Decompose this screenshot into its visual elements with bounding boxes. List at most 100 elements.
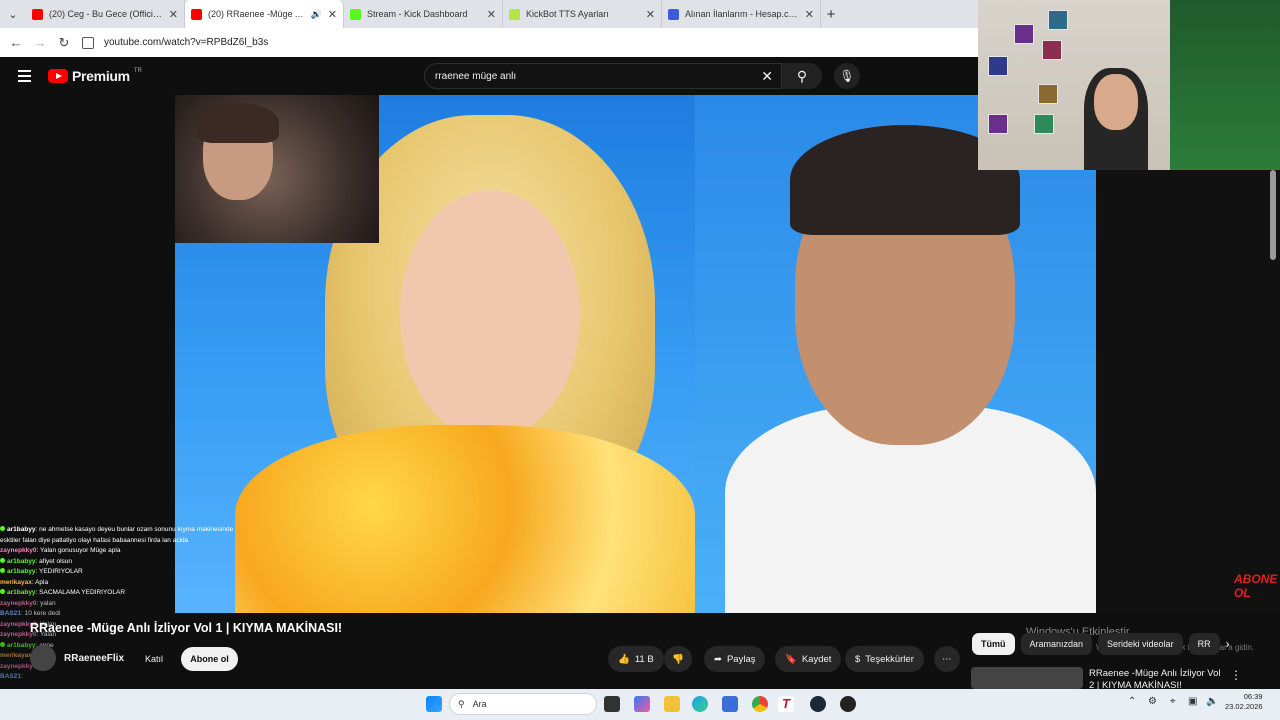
page-scrollbar[interactable] bbox=[1270, 170, 1276, 260]
channel-avatar[interactable] bbox=[30, 645, 56, 671]
file-explorer-icon[interactable] bbox=[664, 696, 680, 712]
chat-line: ar1babyy: SACMALAMA YEDIRIYOLAR bbox=[0, 588, 262, 599]
save-button[interactable]: 🔖 Kaydet bbox=[775, 646, 842, 672]
youtube-favicon-icon bbox=[191, 8, 202, 20]
tray-app-icon[interactable]: ⚙ bbox=[1148, 696, 1157, 707]
steam-icon[interactable] bbox=[810, 696, 826, 712]
edge-icon[interactable] bbox=[692, 696, 708, 712]
tab-0[interactable]: (20) Ceg - Bu Gece (Official Vid ✕ bbox=[26, 0, 185, 28]
copilot-icon[interactable] bbox=[634, 696, 650, 712]
chat-line: merikayax: Apla bbox=[0, 578, 262, 589]
region-code: TR bbox=[133, 68, 142, 74]
webcam-person-hair bbox=[197, 103, 279, 143]
tab-3[interactable]: KickBot TTS Ayarları ✕ bbox=[503, 0, 662, 28]
subscribe-button[interactable]: Abone ol bbox=[181, 647, 238, 671]
clear-search-icon[interactable]: ✕ bbox=[761, 68, 773, 85]
chip-series-videos[interactable]: Serideki videolar bbox=[1098, 633, 1183, 655]
christmas-tree bbox=[1170, 0, 1280, 170]
channel-owner: RRaeneeFlix bbox=[30, 645, 124, 671]
related-filter-chips: Tümü Aramanızdan Serideki videolar RR › bbox=[972, 633, 1230, 655]
text-editor-icon[interactable]: T bbox=[778, 696, 794, 712]
more-actions-icon[interactable]: ⋯ bbox=[934, 646, 960, 672]
share-icon: ➦ bbox=[714, 653, 722, 665]
youtube-premium-logo[interactable]: Premium TR bbox=[48, 68, 142, 84]
join-button[interactable]: Katıl bbox=[142, 648, 166, 670]
taskbar-search-input[interactable]: ⚲ Ara bbox=[449, 693, 597, 715]
channel-name[interactable]: RRaeneeFlix bbox=[64, 653, 124, 664]
tray-chevron-up-icon[interactable]: ⌃ bbox=[1128, 696, 1136, 707]
share-button[interactable]: ➦ Paylaş bbox=[704, 646, 766, 672]
save-label: Kaydet bbox=[801, 653, 832, 665]
screen: ⌄ (20) Ceg - Bu Gece (Official Vid ✕ (20… bbox=[0, 0, 1280, 720]
browser-tab-strip: ⌄ (20) Ceg - Bu Gece (Official Vid ✕ (20… bbox=[0, 0, 978, 28]
close-tab-icon[interactable]: ✕ bbox=[646, 8, 655, 21]
bookmark-icon: 🔖 bbox=[785, 653, 797, 665]
kickbot-favicon-icon bbox=[509, 8, 520, 20]
url-field[interactable]: youtube.com/watch?v=RPBdZ6l_b3s bbox=[104, 37, 268, 48]
tray-network-icon[interactable]: ▣ bbox=[1188, 696, 1197, 707]
recommended-more-icon[interactable]: ⋮ bbox=[1230, 668, 1242, 682]
chat-user: ar1babyy bbox=[7, 568, 36, 575]
microphone-icon[interactable]: 🎙 bbox=[834, 63, 860, 89]
windows-start-icon[interactable] bbox=[426, 696, 442, 712]
tab-4[interactable]: Alınan İlanlarım - Hesap.com.tr ✕ bbox=[662, 0, 821, 28]
recommended-thumbnail[interactable] bbox=[971, 667, 1083, 689]
tray-location-icon[interactable]: ⌖ bbox=[1170, 696, 1176, 707]
chat-text: : yalan bbox=[36, 599, 56, 607]
search-input[interactable]: rraenee müge anlı ✕ bbox=[424, 63, 782, 89]
wall-poster bbox=[1038, 84, 1058, 104]
youtube-header: Premium TR rraenee müge anlı ✕ ⚲ 🎙 bbox=[0, 57, 978, 95]
wall-poster bbox=[1042, 40, 1062, 60]
chat-line: zaynepkky0: Yalan gonusuyor Müge apla bbox=[0, 546, 262, 557]
new-tab-plus-icon[interactable]: + bbox=[821, 6, 841, 23]
chat-line: BAS21: bbox=[0, 672, 262, 683]
search-button-icon[interactable]: ⚲ bbox=[782, 63, 822, 89]
chrome-icon[interactable] bbox=[752, 696, 768, 712]
chat-line: esktiler falan diye patlatiyo olayi hafa… bbox=[0, 536, 262, 547]
hamburger-menu-icon[interactable] bbox=[0, 70, 48, 82]
chat-text: : 10 kere dedi bbox=[20, 610, 61, 617]
close-tab-icon[interactable]: ✕ bbox=[805, 8, 814, 21]
logo-text: Premium bbox=[72, 68, 130, 84]
chat-user: ar1babyy bbox=[7, 557, 36, 565]
tab-2[interactable]: Stream - Kick Dashboard ✕ bbox=[344, 0, 503, 28]
task-view-icon[interactable] bbox=[604, 696, 620, 712]
obs-icon[interactable] bbox=[840, 696, 856, 712]
dislike-button[interactable]: 👎 bbox=[664, 646, 692, 672]
tab-title: Alınan İlanlarım - Hesap.com.tr bbox=[685, 9, 799, 19]
store-icon[interactable] bbox=[722, 696, 738, 712]
close-tab-icon[interactable]: ✕ bbox=[169, 8, 178, 21]
back-arrow-icon[interactable]: ← bbox=[6, 35, 26, 50]
thanks-button[interactable]: $ Teşekkürler bbox=[845, 646, 924, 672]
tab-title: KickBot TTS Ayarları bbox=[526, 9, 609, 19]
tab-1-active[interactable]: (20) RRaenee -Müge Anlı İz 🔊 ✕ bbox=[185, 0, 344, 28]
search-icon: ⚲ bbox=[458, 698, 465, 709]
share-label: Paylaş bbox=[726, 653, 756, 665]
taskbar-clock[interactable]: 06:39 23.02.2026 bbox=[1225, 692, 1263, 712]
video-woman-dress bbox=[235, 425, 695, 613]
chat-text: : bbox=[20, 673, 23, 680]
speaker-icon[interactable]: 🔊 bbox=[311, 9, 322, 20]
thanks-dollar-icon: $ bbox=[855, 653, 861, 665]
like-button[interactable]: 👍 11 B bbox=[608, 646, 664, 672]
tab-search-chevron-icon[interactable]: ⌄ bbox=[0, 0, 26, 28]
chat-text: : Yalan gonusuyor Müge apla bbox=[36, 547, 121, 554]
reload-icon[interactable]: ↻ bbox=[54, 35, 74, 51]
chips-next-chevron-icon[interactable]: › bbox=[1226, 637, 1230, 651]
like-count: 11 B bbox=[634, 653, 654, 665]
close-tab-icon[interactable]: ✕ bbox=[328, 8, 337, 21]
tab-title: Stream - Kick Dashboard bbox=[367, 9, 468, 19]
close-tab-icon[interactable]: ✕ bbox=[487, 8, 496, 21]
chat-user: zaynepkky0 bbox=[0, 547, 37, 554]
site-settings-icon[interactable] bbox=[82, 36, 94, 49]
chip-all[interactable]: Tümü bbox=[972, 633, 1015, 655]
wall-poster bbox=[1048, 10, 1068, 30]
forward-arrow-icon[interactable]: → bbox=[30, 35, 50, 50]
chip-rr[interactable]: RR bbox=[1188, 633, 1220, 655]
streamer-webcam-main bbox=[978, 0, 1280, 170]
chat-badge-icon bbox=[0, 568, 5, 573]
chat-user: BAS21 bbox=[0, 610, 21, 617]
chip-from-search[interactable]: Aramanızdan bbox=[1020, 633, 1093, 655]
tray-volume-icon[interactable]: 🔈 bbox=[1206, 696, 1218, 707]
chat-line: ar1babyy: ne ahmetse kasayo deyeu bunlar… bbox=[0, 525, 262, 536]
